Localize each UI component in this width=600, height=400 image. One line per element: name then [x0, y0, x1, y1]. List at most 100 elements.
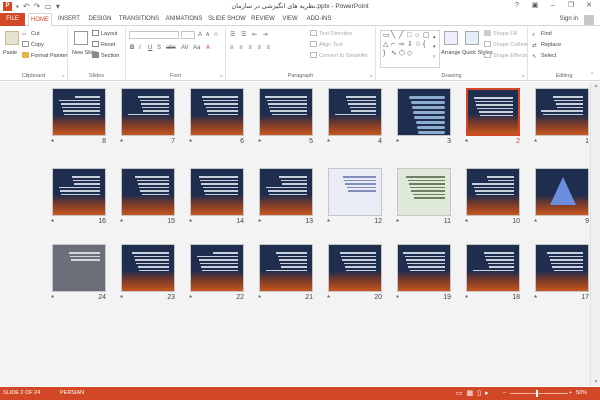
- underline-button[interactable]: U: [148, 44, 152, 52]
- font-size-field[interactable]: [181, 31, 195, 39]
- clipboard-launcher-icon[interactable]: ↘: [61, 73, 65, 79]
- strikethrough-button[interactable]: abc: [166, 44, 176, 52]
- shape-corner-icon[interactable]: ⌐: [391, 41, 395, 49]
- slide-sorter-icon[interactable]: ▦: [467, 387, 474, 400]
- shape-rect-icon[interactable]: □: [407, 32, 411, 40]
- slideshow-icon[interactable]: ▸: [485, 387, 489, 400]
- zoom-out-button[interactable]: –: [503, 387, 506, 400]
- tab-add-ins[interactable]: ADD-INS: [304, 13, 334, 26]
- shape-curve-icon[interactable]: ∿: [391, 50, 397, 58]
- character-spacing-button[interactable]: AV: [181, 44, 189, 52]
- layout-button[interactable]: Layout: [92, 30, 118, 38]
- transition-star-icon[interactable]: *: [189, 138, 192, 147]
- normal-view-icon[interactable]: ▭: [456, 387, 463, 400]
- restore-button[interactable]: ❐: [562, 0, 580, 12]
- tab-design[interactable]: DESIGN: [86, 13, 114, 26]
- transition-star-icon[interactable]: *: [51, 138, 54, 147]
- drawing-launcher-icon[interactable]: ↘: [521, 73, 525, 79]
- slide-thumbnail[interactable]: [259, 168, 313, 216]
- bold-button[interactable]: B: [130, 44, 134, 52]
- transition-star-icon[interactable]: *: [396, 294, 399, 303]
- transition-star-icon[interactable]: *: [396, 138, 399, 147]
- shape-fill-button[interactable]: Shape Fill: [484, 30, 517, 38]
- slide-thumbnail[interactable]: [535, 244, 589, 292]
- language-indicator[interactable]: PERSIAN: [60, 387, 84, 400]
- tab-view[interactable]: VIEW: [280, 13, 300, 26]
- slide-thumbnail[interactable]: [328, 168, 382, 216]
- transition-star-icon[interactable]: *: [189, 294, 192, 303]
- transition-star-icon[interactable]: *: [51, 218, 54, 227]
- align-text-button[interactable]: Align Text: [310, 41, 343, 49]
- convert-smartart-button[interactable]: Convert to SmartArt: [310, 52, 368, 60]
- format-painter-button[interactable]: Format Painter: [22, 52, 67, 60]
- paste-icon[interactable]: [5, 31, 19, 45]
- transition-star-icon[interactable]: *: [465, 294, 468, 303]
- transition-star-icon[interactable]: *: [189, 218, 192, 227]
- reading-view-icon[interactable]: ▯: [477, 387, 481, 400]
- transition-star-icon[interactable]: *: [534, 218, 537, 227]
- transition-star-icon[interactable]: *: [120, 294, 123, 303]
- zoom-slider-knob[interactable]: [536, 390, 538, 397]
- gallery-scroll-up-icon[interactable]: ▴: [433, 33, 436, 41]
- slide-thumbnail[interactable]: [52, 244, 106, 292]
- ribbon-display-button[interactable]: ▣: [526, 0, 544, 12]
- quick-styles-icon[interactable]: [465, 31, 479, 45]
- font-name-field[interactable]: [129, 31, 179, 39]
- font-launcher-icon[interactable]: ↘: [219, 73, 223, 79]
- slide-thumbnail[interactable]: [190, 168, 244, 216]
- slide-thumbnail[interactable]: [397, 88, 451, 136]
- shadow-button[interactable]: S: [157, 44, 161, 52]
- transition-star-icon[interactable]: *: [327, 294, 330, 303]
- new-slide-icon[interactable]: [74, 31, 88, 45]
- scroll-down-icon[interactable]: ▼: [591, 379, 600, 385]
- bullets-icon[interactable]: ☰ ☰ ⇤ ⇥: [230, 31, 270, 39]
- slide-thumbnail[interactable]: [535, 168, 589, 216]
- paste-button[interactable]: Paste: [3, 49, 17, 57]
- transition-star-icon[interactable]: *: [534, 138, 537, 147]
- slide-thumbnail[interactable]: [466, 244, 520, 292]
- transition-star-icon[interactable]: *: [327, 218, 330, 227]
- transition-star-icon[interactable]: *: [465, 138, 468, 147]
- tab-animations[interactable]: ANIMATIONS: [164, 13, 204, 26]
- slide-thumbnail[interactable]: [259, 244, 313, 292]
- vertical-scrollbar[interactable]: ▲ ▼: [590, 82, 600, 386]
- increase-font-button[interactable]: A: [198, 31, 202, 39]
- shape-diamond-icon[interactable]: ◇: [407, 50, 412, 58]
- help-button[interactable]: ?: [508, 0, 526, 12]
- gallery-more-icon[interactable]: ▿: [433, 53, 436, 61]
- select-button[interactable]: ↖ Select: [532, 52, 556, 60]
- slide-sorter-canvas[interactable]: * 8 * 7 * 6 * 5 * 4 * 3 * 2 * 1 * 16 * 15 * 14 * 13 * 12 * 11 * 10 * 9 *…: [0, 82, 590, 386]
- slide-counter[interactable]: SLIDE 2 OF 24: [3, 387, 40, 400]
- replace-button[interactable]: ⇄ Replace: [532, 41, 561, 49]
- zoom-in-button[interactable]: +: [569, 387, 572, 400]
- decrease-font-button[interactable]: A: [206, 31, 209, 39]
- tab-slide-show[interactable]: SLIDE SHOW: [208, 13, 246, 26]
- shape-arrow-icon[interactable]: ⇨: [399, 41, 405, 49]
- shape-oval-icon[interactable]: ○: [415, 32, 419, 40]
- slide-thumbnail[interactable]: [535, 88, 589, 136]
- transition-star-icon[interactable]: *: [51, 294, 54, 303]
- slide-thumbnail[interactable]: [190, 244, 244, 292]
- shape-line2-icon[interactable]: ╱: [399, 32, 403, 40]
- font-color-button[interactable]: A: [206, 44, 210, 52]
- slide-thumbnail[interactable]: [121, 88, 175, 136]
- change-case-button[interactable]: Aa: [193, 44, 200, 52]
- text-direction-button[interactable]: Text Direction: [310, 30, 352, 38]
- slide-thumbnail[interactable]: [52, 88, 106, 136]
- shape-line-icon[interactable]: ╲: [391, 32, 395, 40]
- align-icons[interactable]: ≡ ≡ ≡ ≡ ≡: [230, 44, 272, 52]
- shape-hex-icon[interactable]: ⬡: [399, 50, 405, 58]
- tab-file[interactable]: FILE: [0, 13, 25, 26]
- transition-star-icon[interactable]: *: [258, 138, 261, 147]
- slide-thumbnail[interactable]: [190, 88, 244, 136]
- slide-thumbnail[interactable]: [259, 88, 313, 136]
- slide-thumbnail[interactable]: [466, 168, 520, 216]
- minimize-button[interactable]: –: [544, 0, 562, 12]
- transition-star-icon[interactable]: *: [327, 138, 330, 147]
- tab-home[interactable]: HOME: [28, 13, 52, 27]
- shape-outline-button[interactable]: Shape Outline: [484, 41, 528, 49]
- slide-thumbnail[interactable]: [328, 88, 382, 136]
- transition-star-icon[interactable]: *: [534, 294, 537, 303]
- slide-thumbnail[interactable]: [397, 168, 451, 216]
- shape-arrow2-icon[interactable]: ⇩: [407, 41, 413, 49]
